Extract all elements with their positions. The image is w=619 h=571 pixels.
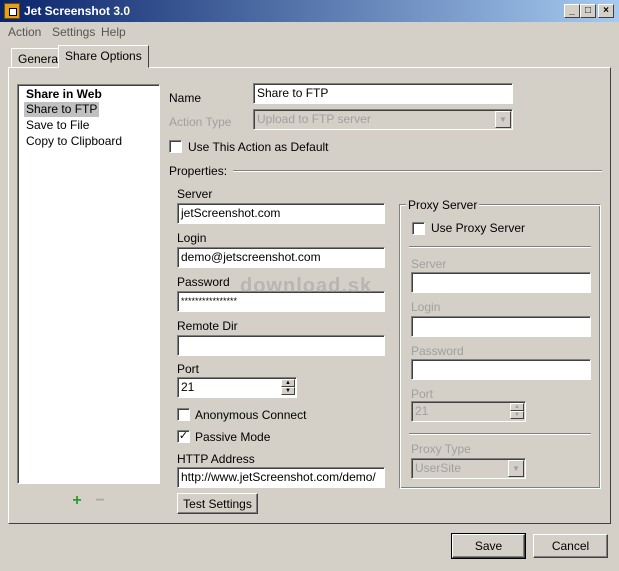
remove-action-icon[interactable]: − <box>93 493 107 509</box>
proxy-port-label: Port <box>411 387 434 401</box>
proxy-group-title: Proxy Server <box>406 198 480 212</box>
proxy-separator-bottom <box>409 433 591 435</box>
http-address-label: HTTP Address <box>177 452 255 466</box>
proxy-port-spinner[interactable]: ▲ ▼ <box>510 403 524 420</box>
list-item-share-to-ftp[interactable]: Share to FTP <box>24 102 100 117</box>
default-action-checkbox[interactable] <box>169 140 182 153</box>
add-action-icon[interactable]: + <box>70 493 84 509</box>
chevron-down-icon: ▼ <box>508 460 524 477</box>
list-item-copy-to-clipboard[interactable]: Copy to Clipboard <box>24 134 124 149</box>
maximize-button[interactable]: □ <box>580 4 596 18</box>
minimize-button[interactable]: _ <box>564 4 580 18</box>
menu-action[interactable]: Action <box>8 25 41 39</box>
action-type-select[interactable]: Upload to FTP server ▼ <box>253 109 513 130</box>
window-title: Jet Screenshot 3.0 <box>24 4 131 18</box>
anonymous-checkbox[interactable] <box>177 408 190 421</box>
passive-label: Passive Mode <box>195 430 271 444</box>
list-item-save-to-file[interactable]: Save to File <box>24 118 91 133</box>
spin-down-icon[interactable]: ▼ <box>281 387 295 395</box>
password-label: Password <box>177 275 230 289</box>
http-address-input[interactable]: http://www.jetScreenshot.com/demo/ <box>177 467 385 488</box>
chevron-down-icon: ▼ <box>495 111 511 128</box>
proxy-separator-top <box>409 246 591 248</box>
port-spinner[interactable]: ▲ ▼ <box>281 379 295 396</box>
default-action-label: Use This Action as Default <box>188 140 329 154</box>
list-item-share-in-web[interactable]: Share in Web <box>24 87 104 102</box>
passive-checkbox[interactable]: ✓ <box>177 430 190 443</box>
watermark-logo: download.sk <box>240 275 373 297</box>
properties-label: Properties: <box>169 164 228 178</box>
properties-separator <box>233 170 602 172</box>
proxy-password-input[interactable] <box>411 359 591 380</box>
action-type-value: Upload to FTP server <box>257 112 371 126</box>
port-value: 21 <box>181 380 195 394</box>
proxy-server-input[interactable] <box>411 272 591 293</box>
proxy-type-value: UserSite <box>415 461 462 475</box>
port-stepper[interactable]: 21 ▲ ▼ <box>177 377 297 398</box>
use-proxy-checkbox[interactable] <box>412 222 425 235</box>
test-settings-button[interactable]: Test Settings <box>177 493 258 514</box>
server-input[interactable]: jetScreenshot.com <box>177 203 385 224</box>
app-icon <box>4 3 20 19</box>
proxy-password-label: Password <box>411 344 464 358</box>
port-label: Port <box>177 362 200 376</box>
use-proxy-label: Use Proxy Server <box>431 221 526 235</box>
name-input[interactable]: Share to FTP <box>253 83 513 104</box>
proxy-server-label: Server <box>411 257 447 271</box>
close-button[interactable]: × <box>598 4 614 18</box>
cancel-button[interactable]: Cancel <box>533 534 608 558</box>
anonymous-label: Anonymous Connect <box>195 408 307 422</box>
tab-share-options[interactable]: Share Options <box>58 45 149 68</box>
server-label: Server <box>177 187 213 201</box>
menu-bar: Action Settings Help <box>0 22 619 40</box>
save-button[interactable]: Save <box>451 533 526 559</box>
menu-settings[interactable]: Settings <box>52 25 95 39</box>
menu-help[interactable]: Help <box>101 25 126 39</box>
actions-list[interactable]: Share in Web Share to FTP Save to File C… <box>17 84 160 484</box>
proxy-login-label: Login <box>411 300 441 314</box>
action-type-label: Action Type <box>169 115 232 129</box>
remote-dir-label: Remote Dir <box>177 319 238 333</box>
remote-dir-input[interactable] <box>177 335 385 356</box>
spin-down-icon[interactable]: ▼ <box>510 411 524 419</box>
proxy-port-stepper[interactable]: 21 ▲ ▼ <box>411 401 526 422</box>
login-label: Login <box>177 231 207 245</box>
name-label: Name <box>169 91 202 105</box>
proxy-type-label: Proxy Type <box>411 442 471 456</box>
spin-up-icon[interactable]: ▲ <box>510 403 524 411</box>
login-input[interactable]: demo@jetscreenshot.com <box>177 247 385 268</box>
proxy-login-input[interactable] <box>411 316 591 337</box>
proxy-port-value: 21 <box>415 404 429 418</box>
spin-up-icon[interactable]: ▲ <box>281 379 295 387</box>
proxy-type-select[interactable]: UserSite ▼ <box>411 458 526 479</box>
title-bar: Jet Screenshot 3.0 _ □ × <box>0 0 619 22</box>
